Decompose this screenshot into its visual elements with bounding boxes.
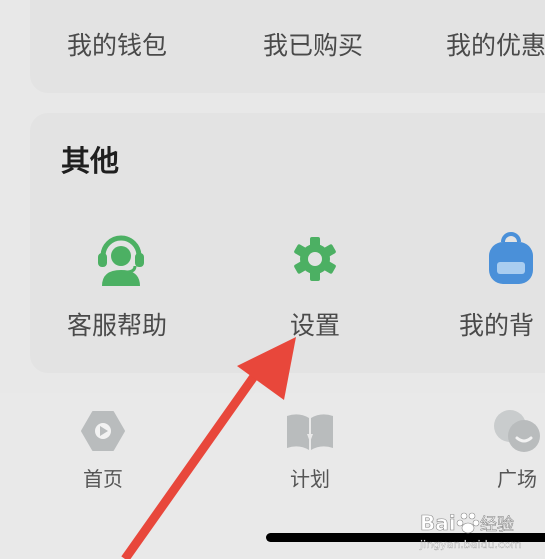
watermark-brand: Bai: [420, 511, 456, 535]
menu-item-wallet[interactable]: 我的钱包: [67, 26, 167, 62]
menu-item-coupons[interactable]: 我的优惠: [446, 26, 545, 62]
menu-item-customer-service[interactable]: 客服帮助: [67, 306, 167, 342]
tab-plan[interactable]: 计划: [290, 463, 330, 492]
headset-agent-icon[interactable]: [96, 232, 146, 286]
paw-icon: [456, 512, 480, 534]
tab-home[interactable]: 首页: [83, 463, 123, 492]
menu-item-settings[interactable]: 设置: [290, 306, 340, 342]
gear-icon[interactable]: [291, 235, 339, 283]
menu-item-purchased[interactable]: 我已购买: [263, 26, 363, 62]
watermark-url: jingyan.baidu.com: [419, 538, 522, 551]
baidu-jingyan-watermark: Bai 经验 jingyan.baidu.com: [419, 511, 522, 551]
chat-bubbles-icon[interactable]: [492, 408, 545, 454]
open-book-icon[interactable]: [285, 412, 335, 452]
section-title-other: 其他: [61, 144, 120, 178]
play-hexagon-icon[interactable]: [80, 410, 126, 452]
backpack-icon[interactable]: [486, 232, 536, 286]
menu-item-my-backpack[interactable]: 我的背: [459, 306, 534, 342]
watermark-brand-cn: 经验: [480, 515, 514, 535]
tab-square[interactable]: 广场: [497, 463, 537, 492]
